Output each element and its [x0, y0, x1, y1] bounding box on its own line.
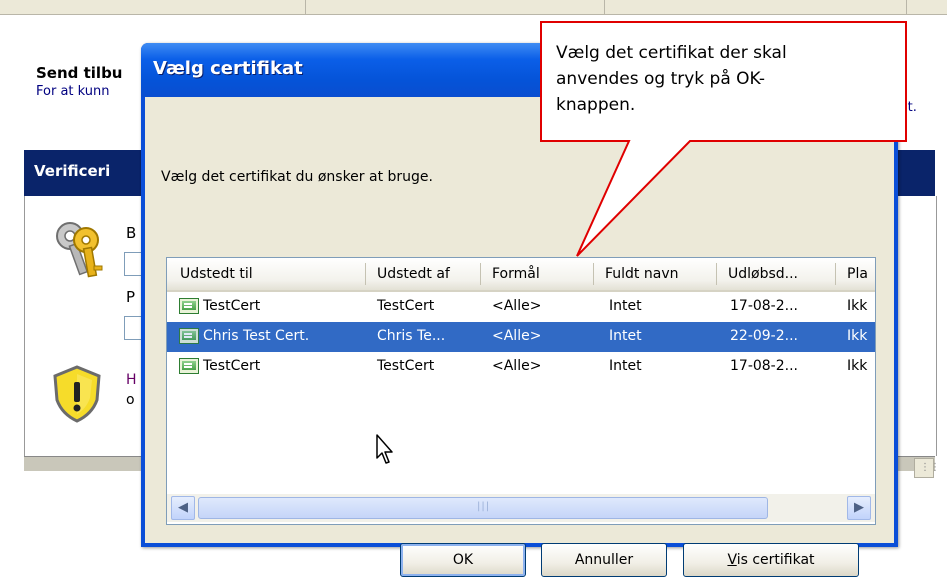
callout-line: anvendes og tryk på OK- [556, 69, 766, 89]
callout-line: knappen. [556, 95, 636, 115]
callout-line: Vælg det certifikat der skal [556, 43, 787, 63]
instruction-callout: Vælg det certifikat der skal anvendes og… [556, 40, 886, 118]
